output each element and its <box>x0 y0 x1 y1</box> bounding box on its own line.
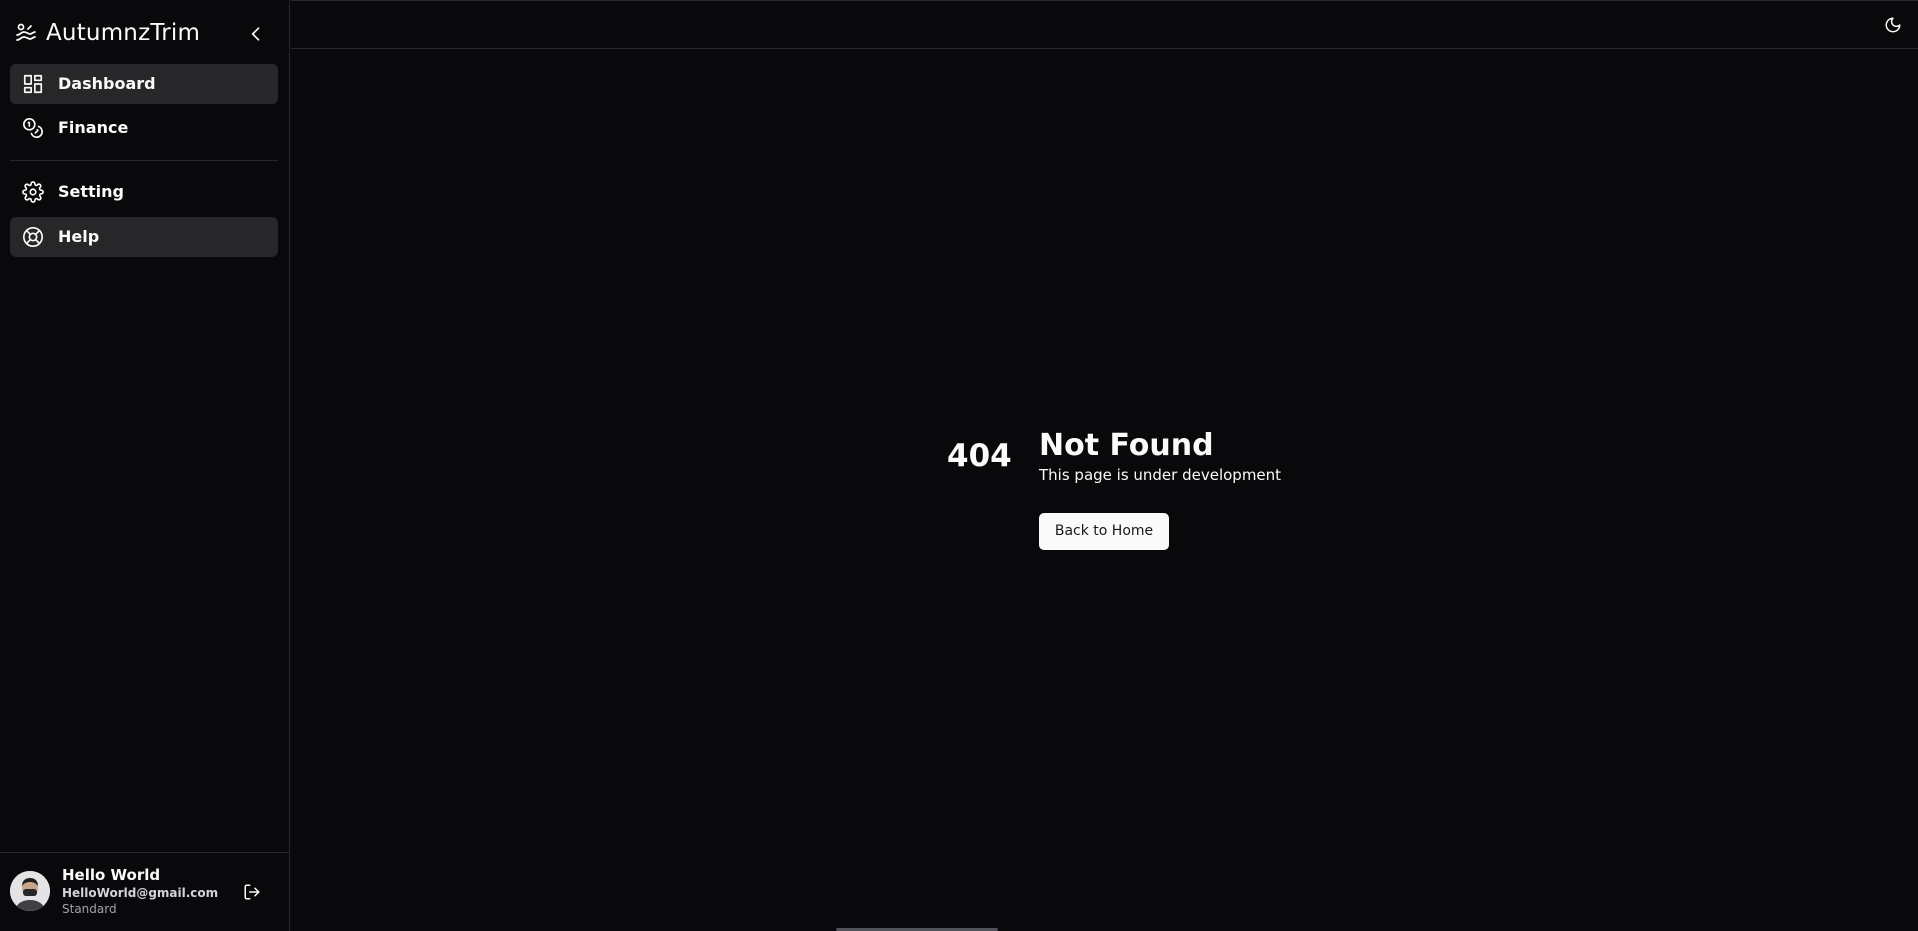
sidebar-item-finance[interactable]: Finance <box>10 108 278 148</box>
gear-icon <box>22 181 44 203</box>
sidebar-divider <box>10 160 278 161</box>
sidebar-item-setting[interactable]: Setting <box>10 172 278 212</box>
logout-button[interactable] <box>240 880 264 904</box>
sidebar-item-label: Finance <box>58 118 129 137</box>
sidebar-item-dashboard[interactable]: Dashboard <box>10 64 278 104</box>
collapse-sidebar-button[interactable] <box>244 22 268 46</box>
page-subtitle: This page is under development <box>1039 466 1282 484</box>
user-email: HelloWorld@gmail.com <box>62 886 219 900</box>
main-content: 404 Not Found This page is under develop… <box>291 0 1918 931</box>
sidebar-item-label: Dashboard <box>58 74 156 93</box>
moon-icon <box>1885 17 1901 33</box>
brand-header: AutumnzTrim <box>0 0 290 66</box>
sidebar-item-label: Setting <box>58 182 124 201</box>
page-title: Not Found <box>1039 428 1214 463</box>
chevron-left-icon <box>251 27 260 41</box>
avatar[interactable] <box>10 871 50 911</box>
life-buoy-icon <box>22 226 44 248</box>
app-window: AutumnzTrim Dashboard Finance Setting He… <box>0 0 1918 931</box>
brand-name: AutumnzTrim <box>46 20 201 46</box>
logout-icon <box>244 884 260 900</box>
dashboard-icon <box>22 73 44 95</box>
user-plan: Standard <box>62 902 117 916</box>
sidebar-item-help[interactable]: Help <box>10 217 278 257</box>
error-code: 404 <box>947 438 1012 474</box>
user-name: Hello World <box>62 866 161 884</box>
user-panel: Hello World HelloWorld@gmail.com Standar… <box>0 852 290 931</box>
sidebar-item-label: Help <box>58 227 100 246</box>
back-to-home-button[interactable]: Back to Home <box>1039 513 1169 550</box>
top-bar <box>291 0 1918 49</box>
sidebar: AutumnzTrim Dashboard Finance Setting He… <box>0 0 290 931</box>
theme-toggle-button[interactable] <box>1881 13 1905 37</box>
logo-icon <box>14 22 38 46</box>
coins-icon <box>22 117 44 139</box>
